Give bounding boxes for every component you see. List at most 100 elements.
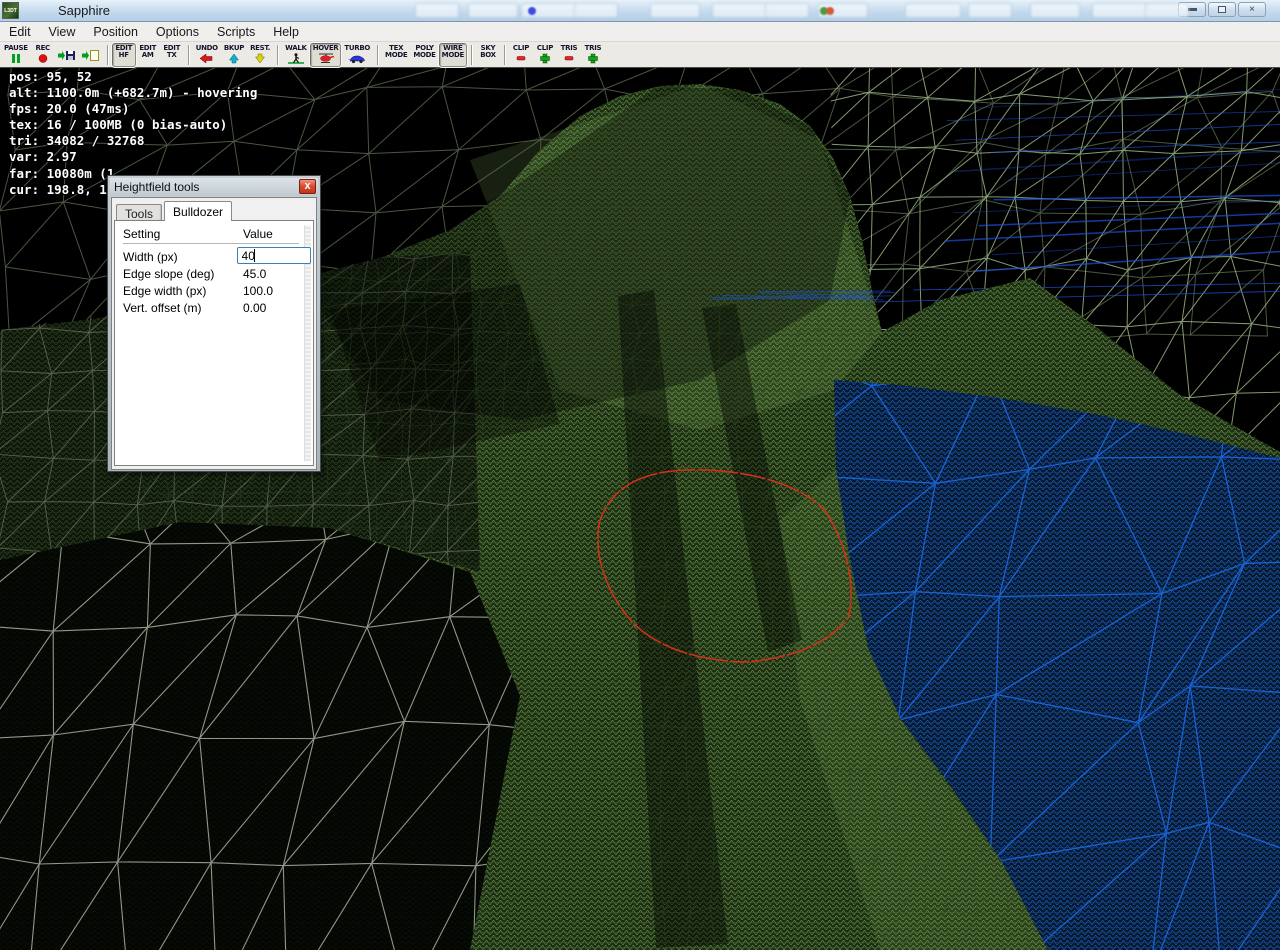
button-label: UNDO <box>196 45 218 52</box>
button-label: WALK <box>285 45 307 52</box>
taskbar-window-blur <box>765 3 809 18</box>
save-button[interactable] <box>55 43 79 67</box>
hud-line-alt: alt: 1100.0m (+682.7m) - hovering <box>9 85 257 101</box>
taskbar-window-blur <box>1092 3 1148 18</box>
sapphire-window: L3DT Sapphire × EditViewPositionOptionsS… <box>0 0 1280 950</box>
toolbar-separator <box>188 45 189 65</box>
turbo-button[interactable]: TURBO <box>341 43 373 67</box>
hover-button[interactable]: HOVER <box>310 43 342 67</box>
bulldozer-settings-panel: Setting Value Width (px) Edge slope (deg… <box>114 220 314 466</box>
taskbar-icon-blur <box>528 7 536 15</box>
tab-bulldozer[interactable]: Bulldozer <box>164 201 232 221</box>
window-title: Sapphire <box>58 3 110 18</box>
pause-button[interactable]: PAUSE <box>1 43 31 67</box>
tris-minus-button[interactable]: TRIS <box>557 43 581 67</box>
pause-icon <box>7 53 25 64</box>
setting-value[interactable]: 100.0 <box>243 284 273 298</box>
setting-row-vert-offset[interactable]: Vert. offset (m) 0.00 <box>123 299 313 316</box>
tex-mode-button[interactable]: TEXMODE <box>382 43 410 67</box>
edit-tx-button[interactable]: EDITTX <box>160 43 184 67</box>
menu-position[interactable]: Position <box>84 23 146 41</box>
button-label: CLIP <box>537 45 553 52</box>
button-label: HOVER <box>313 45 339 52</box>
setting-label: Width (px) <box>123 250 241 264</box>
poly-mode-button[interactable]: POLYMODE <box>410 43 438 67</box>
heightfield-tools-dialog: Heightfield tools x Tools Bulldozer Sett… <box>107 175 321 472</box>
button-label: REST. <box>250 45 270 52</box>
column-setting: Setting <box>123 227 243 241</box>
taskbar-window-blur <box>1030 3 1080 18</box>
backup-arrow-icon <box>225 53 243 64</box>
wire-mode-button[interactable]: WIREMODE <box>439 43 467 67</box>
hud-line-fps: fps: 20.0 (47ms) <box>9 101 257 117</box>
turbo-icon <box>348 53 366 64</box>
clip-plus-button[interactable]: CLIP <box>533 43 557 67</box>
hover-icon <box>317 53 335 64</box>
column-value: Value <box>243 227 273 241</box>
dialog-tabs: Tools Bulldozer <box>116 201 314 221</box>
tris-plus-icon <box>584 53 602 64</box>
taskbar-window-blur <box>574 3 618 18</box>
window-titlebar[interactable]: L3DT Sapphire × <box>0 0 1280 22</box>
button-label: TURBO <box>344 45 370 52</box>
clip-plus-icon <box>536 53 554 64</box>
menu-options[interactable]: Options <box>147 23 208 41</box>
taskbar-window-blur <box>468 3 518 18</box>
undo-button[interactable]: UNDO <box>193 43 221 67</box>
walk-button[interactable]: WALK <box>282 43 310 67</box>
dialog-close-icon[interactable]: x <box>299 179 316 194</box>
setting-label: Edge slope (deg) <box>123 267 243 281</box>
foreground-shadow <box>0 522 520 950</box>
dialog-title: Heightfield tools <box>114 180 199 194</box>
button-label: BKUP <box>224 45 244 52</box>
restore-button[interactable] <box>1208 2 1236 17</box>
setting-value[interactable]: 0.00 <box>243 301 266 315</box>
button-label: MODE <box>442 52 464 59</box>
taskbar-window-blur <box>712 3 768 18</box>
restore-arrow-icon <box>251 53 269 64</box>
width-value-input[interactable] <box>237 247 311 264</box>
button-label: MODE <box>413 52 435 59</box>
edit-hf-button[interactable]: EDITHF <box>112 43 136 67</box>
menu-bar: EditViewPositionOptionsScriptsHelp <box>0 22 1280 42</box>
button-label: BOX <box>480 52 496 59</box>
taskbar-window-blur <box>968 3 1012 18</box>
bkup-button[interactable]: BKUP <box>221 43 247 67</box>
menu-help[interactable]: Help <box>264 23 308 41</box>
paste-button[interactable] <box>79 43 103 67</box>
button-label: REC <box>35 45 49 52</box>
undo-arrow-icon <box>198 53 216 64</box>
setting-value[interactable]: 45.0 <box>243 267 266 281</box>
dialog-titlebar[interactable]: Heightfield tools x <box>110 178 318 196</box>
setting-row-width: Width (px) <box>123 248 313 265</box>
button-label: TRIS <box>561 45 578 52</box>
setting-row-edge-width[interactable]: Edge width (px) 100.0 <box>123 282 313 299</box>
taskbar-icon-blur <box>826 7 834 15</box>
menu-edit[interactable]: Edit <box>0 23 40 41</box>
button-label: CLIP <box>513 45 529 52</box>
edit-am-button[interactable]: EDITAM <box>136 43 160 67</box>
toolbar: PAUSE REC EDITHFEDITAMEDITTX UNDO BKUP REST. W… <box>0 42 1280 68</box>
l3dt-app-icon: L3DT <box>2 2 19 19</box>
settings-table-header: Setting Value <box>123 227 299 244</box>
rec-button[interactable]: REC <box>31 43 55 67</box>
tris-plus-button[interactable]: TRIS <box>581 43 605 67</box>
rest-button[interactable]: REST. <box>247 43 273 67</box>
menu-view[interactable]: View <box>40 23 85 41</box>
button-label: PAUSE <box>4 45 28 52</box>
button-label: AM <box>142 52 154 59</box>
sky-box-button[interactable]: SKYBOX <box>476 43 500 67</box>
button-label: MODE <box>385 52 407 59</box>
toolbar-separator <box>504 45 505 65</box>
paste-icon <box>82 50 100 61</box>
clip-minus-button[interactable]: CLIP <box>509 43 533 67</box>
setting-row-edge-slope[interactable]: Edge slope (deg) 45.0 <box>123 265 313 282</box>
close-button[interactable]: × <box>1238 2 1266 17</box>
button-label: HF <box>119 52 129 59</box>
toolbar-separator <box>471 45 472 65</box>
tab-tools[interactable]: Tools <box>116 204 162 221</box>
menu-scripts[interactable]: Scripts <box>208 23 264 41</box>
button-label: TX <box>167 52 177 59</box>
hud-line-tex: tex: 16 / 100MB (0 bias-auto) <box>9 117 257 133</box>
hud-line-pos: pos: 95, 52 <box>9 69 257 85</box>
